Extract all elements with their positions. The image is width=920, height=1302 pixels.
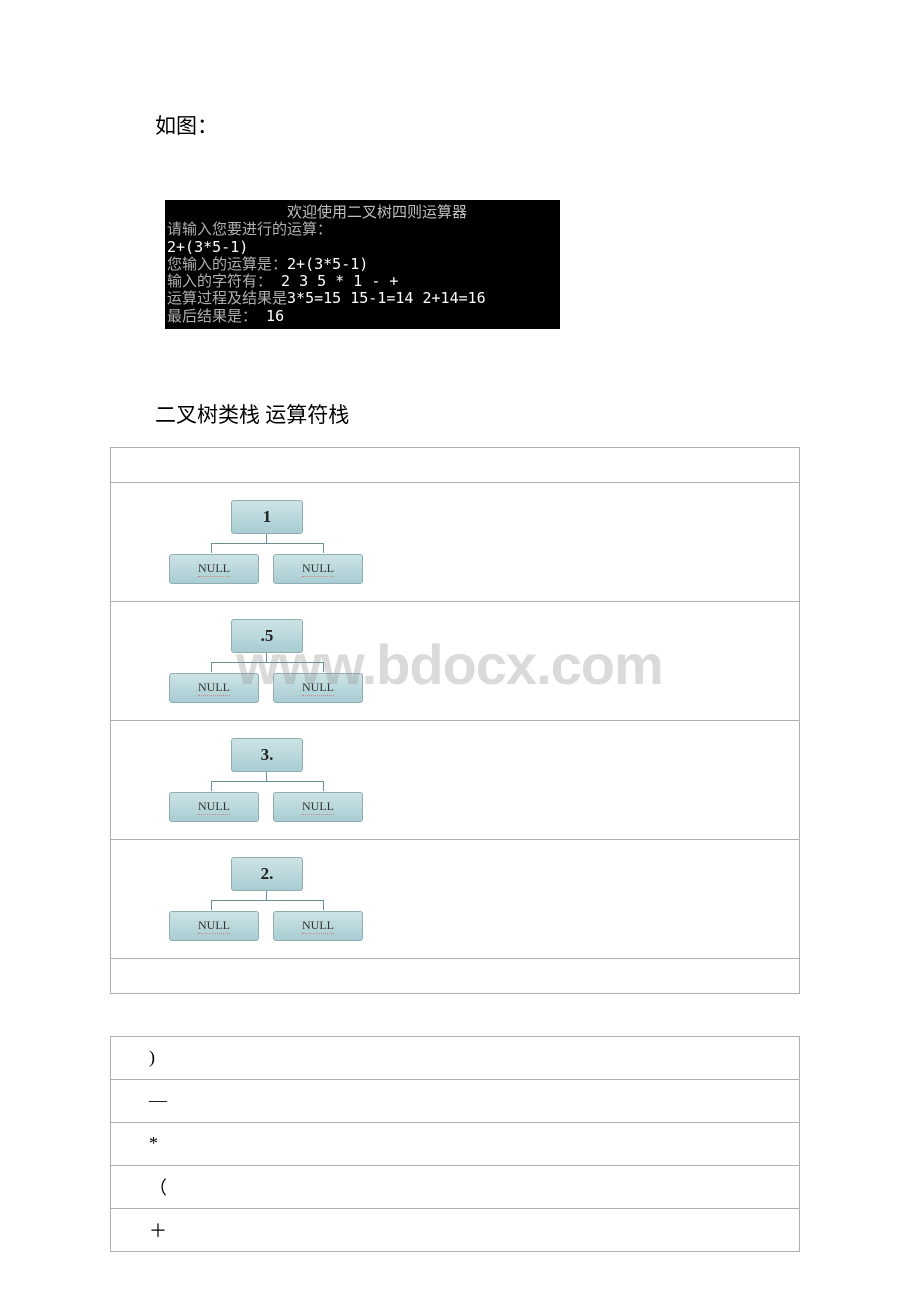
intro-text: 如图： bbox=[155, 110, 810, 140]
table-header-empty bbox=[111, 447, 800, 482]
tree-right-leaf: NULL bbox=[273, 911, 363, 941]
table-row: 3. NULL NULL bbox=[111, 720, 800, 839]
console-echo-label: 您输入的运算是： bbox=[167, 255, 287, 273]
tree-left-leaf: NULL bbox=[169, 554, 259, 584]
console-result-value: 16 bbox=[266, 307, 284, 325]
console-process-value: 3*5=15 15-1=14 2+14=16 bbox=[287, 289, 486, 307]
tree-diagram: .5 NULL NULL bbox=[111, 607, 799, 715]
console-input: 2+(3*5-1) bbox=[167, 239, 558, 256]
console-process-label: 运算过程及结果是 bbox=[167, 289, 287, 307]
console-result-line: 最后结果是： 16 bbox=[167, 308, 558, 325]
tree-left-leaf: NULL bbox=[169, 911, 259, 941]
tree-right-leaf: NULL bbox=[273, 554, 363, 584]
tree-diagram: 3. NULL NULL bbox=[111, 726, 799, 834]
tree-right-leaf: NULL bbox=[273, 673, 363, 703]
tree-root-node: .5 bbox=[231, 619, 303, 653]
operator-cell: ＋ bbox=[111, 1208, 800, 1251]
table-row: www.bdocx.com .5 NULL NULL bbox=[111, 601, 800, 720]
tree-connector bbox=[169, 891, 369, 911]
console-process-line: 运算过程及结果是3*5=15 15-1=14 2+14=16 bbox=[167, 290, 558, 307]
document-page: 如图： 欢迎使用二叉树四则运算器 请输入您要进行的运算： 2+(3*5-1) 您… bbox=[0, 0, 920, 1302]
tree-connector bbox=[169, 534, 369, 554]
operator-cell: ) bbox=[111, 1036, 800, 1079]
console-chars-value: 2 3 5 * 1 - + bbox=[281, 272, 398, 290]
tree-left-leaf: NULL bbox=[169, 673, 259, 703]
tree-diagram: 2. NULL NULL bbox=[111, 845, 799, 953]
console-echo-line: 您输入的运算是：2+(3*5-1) bbox=[167, 256, 558, 273]
table-row: 2. NULL NULL bbox=[111, 839, 800, 958]
console-chars-label: 输入的字符有： bbox=[167, 272, 281, 290]
console-chars-line: 输入的字符有： 2 3 5 * 1 - + bbox=[167, 273, 558, 290]
operator-stack-table: ) — * （ ＋ bbox=[110, 1036, 800, 1252]
section-heading: 二叉树类栈 运算符栈 bbox=[155, 399, 810, 429]
tree-left-leaf: NULL bbox=[169, 792, 259, 822]
console-prompt: 请输入您要进行的运算： bbox=[167, 221, 558, 238]
tree-root-node: 1 bbox=[231, 500, 303, 534]
table-footer-empty bbox=[111, 958, 800, 993]
console-screenshot: 欢迎使用二叉树四则运算器 请输入您要进行的运算： 2+(3*5-1) 您输入的运… bbox=[165, 200, 560, 329]
tree-connector bbox=[169, 772, 369, 792]
tree-right-leaf: NULL bbox=[273, 792, 363, 822]
tree-root-node: 3. bbox=[231, 738, 303, 772]
tree-stack-table: 1 NULL NULL www.bdocx.com .5 NULL NULL bbox=[110, 447, 800, 994]
operator-cell: （ bbox=[111, 1165, 800, 1208]
console-echo-value: 2+(3*5-1) bbox=[287, 255, 368, 273]
operator-cell: — bbox=[111, 1079, 800, 1122]
console-title: 欢迎使用二叉树四则运算器 bbox=[167, 204, 558, 221]
tree-root-node: 2. bbox=[231, 857, 303, 891]
tree-diagram: 1 NULL NULL bbox=[111, 488, 799, 596]
table-row: 1 NULL NULL bbox=[111, 482, 800, 601]
console-result-label: 最后结果是： bbox=[167, 307, 266, 325]
operator-cell: * bbox=[111, 1122, 800, 1165]
tree-connector bbox=[169, 653, 369, 673]
